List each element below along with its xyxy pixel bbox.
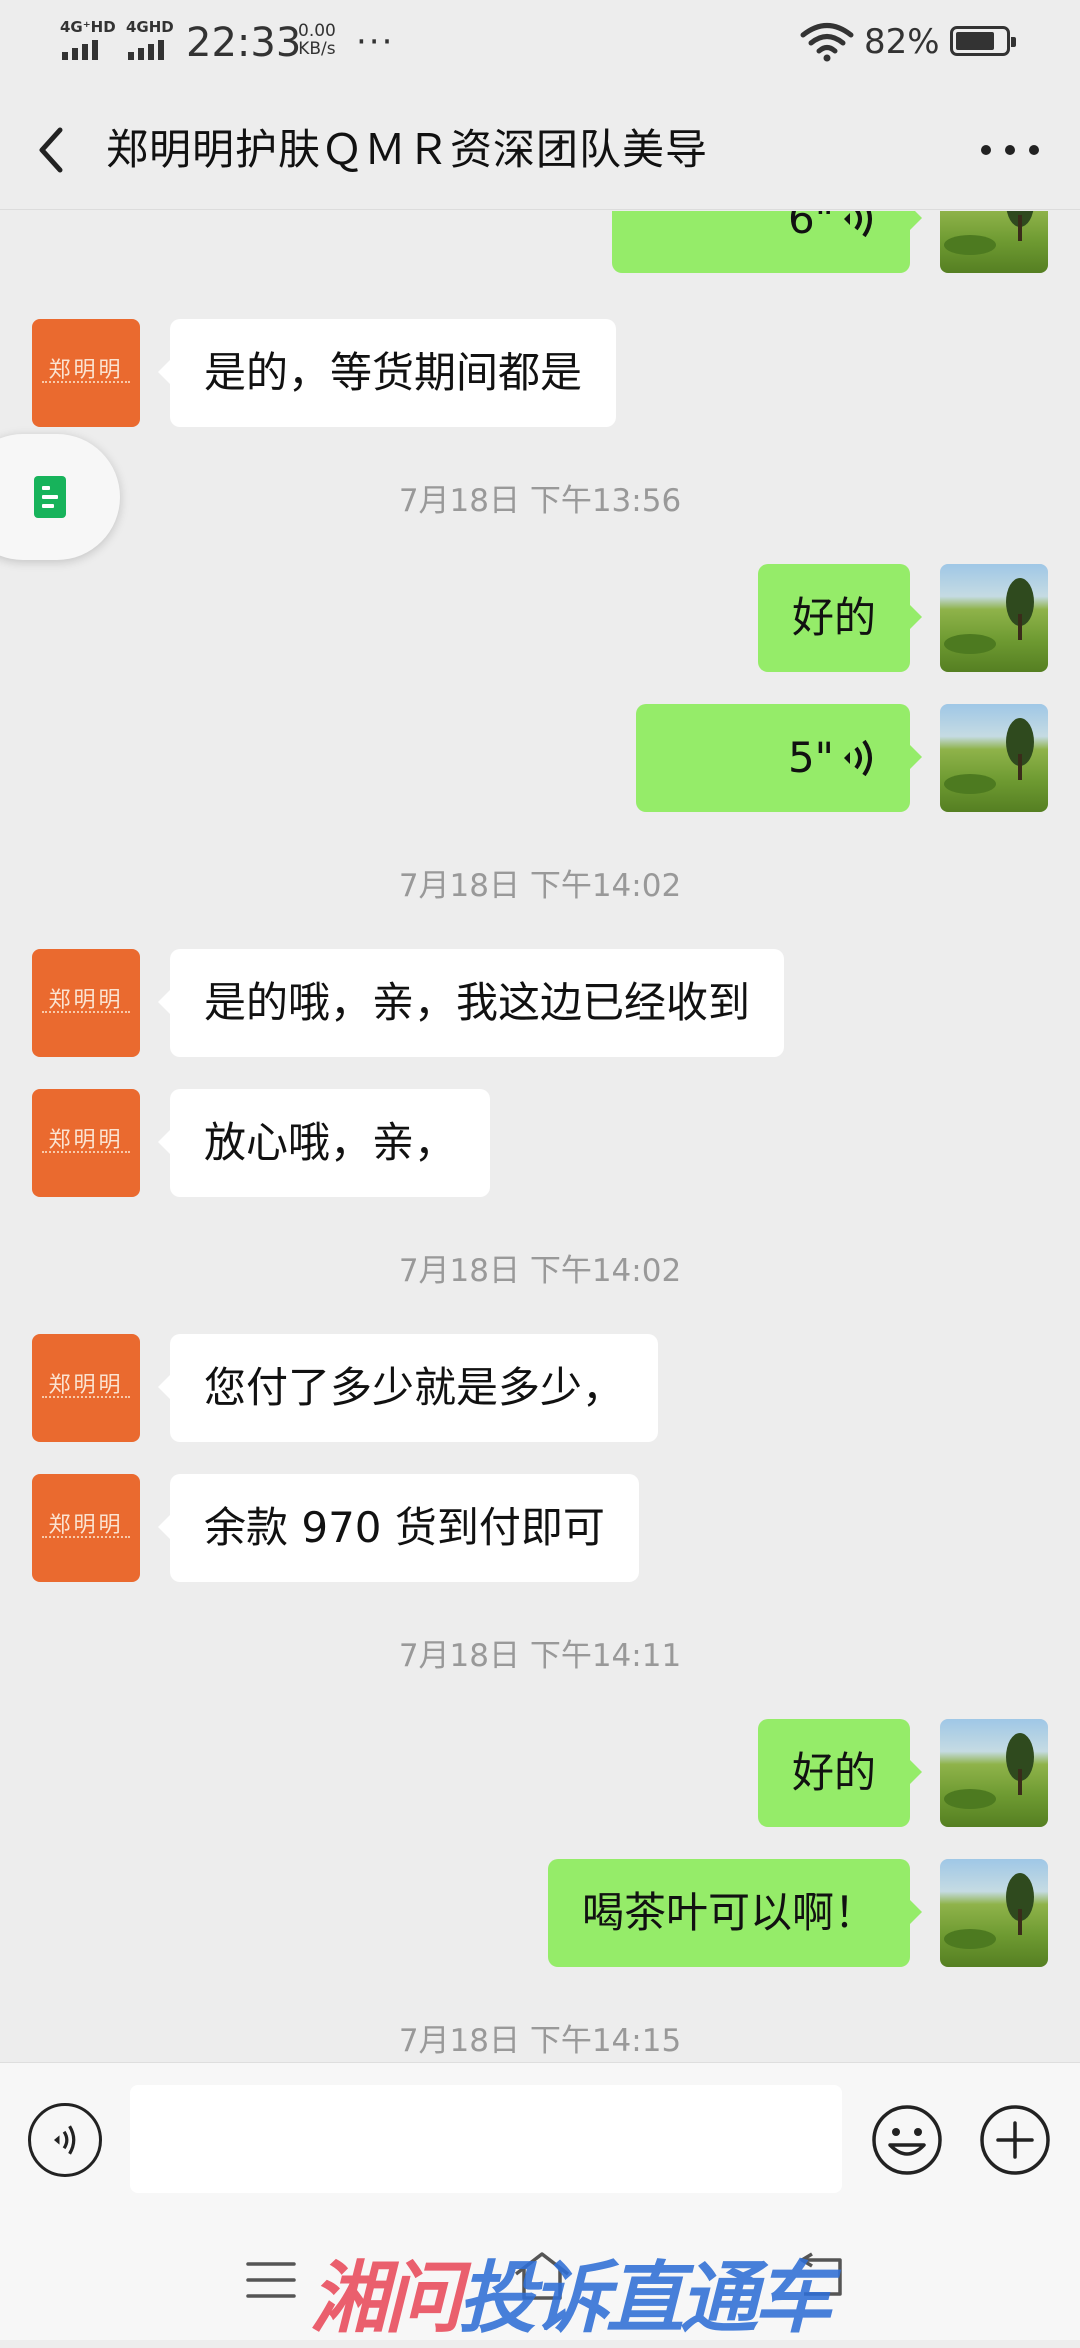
- voice-message-bubble[interactable]: 6": [612, 211, 922, 273]
- voice-duration: 6": [787, 211, 834, 243]
- avatar-logo-text: 郑明明: [48, 1373, 124, 1398]
- avatar-logo-text: 郑明明: [48, 988, 124, 1013]
- voice-wave-icon: [844, 739, 872, 777]
- network-type-label: 4GHD: [126, 18, 174, 36]
- network-speed: 0.00 KB/s: [298, 22, 336, 58]
- message-timestamp: 7月18日 下午14:11: [398, 1638, 682, 1674]
- avatar[interactable]: [940, 1719, 1048, 1827]
- voice-duration: 5": [787, 733, 834, 782]
- more-functions-button[interactable]: [978, 2103, 1052, 2177]
- input-bar: [0, 2062, 1080, 2223]
- message-row-outgoing: 喝茶叶可以啊！: [0, 1859, 1080, 1967]
- text-message-bubble[interactable]: 是的哦，亲，我这边已经收到: [157, 949, 785, 1057]
- message-row-outgoing: 6": [0, 211, 1080, 273]
- document-icon: [34, 476, 66, 518]
- chat-title: 郑明明护肤ＱＭＲ资深团队美导: [106, 125, 709, 174]
- wifi-icon: [800, 23, 854, 62]
- avatar[interactable]: 郑明明: [32, 1474, 140, 1582]
- avatar-logo-text: 郑明明: [48, 1128, 124, 1153]
- message-row-incoming: 郑明明 余款 970 货到付即可: [0, 1474, 1080, 1582]
- status-bar: 4G⁺HD 4GHD 22:33 0.00 KB/s ··· 82%: [0, 0, 1080, 80]
- clock: 22:33: [186, 20, 302, 66]
- text-message-bubble[interactable]: 是的，等货期间都是: [157, 319, 617, 427]
- voice-input-button[interactable]: [28, 2103, 102, 2177]
- avatar[interactable]: 郑明明: [32, 1089, 140, 1197]
- network-speed-value: 0.00: [298, 21, 336, 41]
- message-timestamp: 7月18日 下午13:56: [398, 483, 682, 519]
- text-message-bubble[interactable]: 好的: [757, 1719, 923, 1827]
- battery-icon: [950, 26, 1016, 56]
- watermark-part1: 湘问: [310, 2254, 462, 2344]
- status-overflow-icon: ···: [356, 22, 395, 62]
- avatar-logo-text: 郑明明: [48, 358, 124, 383]
- text-message-bubble[interactable]: 余款 970 货到付即可: [158, 1474, 639, 1582]
- message-row-incoming: 郑明明 是的哦，亲，我这边已经收到: [0, 949, 1080, 1057]
- message-list[interactable]: 6" 郑明明 是的，等货期间都是 7月18日 下午13:56 好的 5" 7月1…: [0, 211, 1080, 2062]
- avatar[interactable]: [940, 1859, 1048, 1967]
- voice-message-bubble[interactable]: 5": [636, 704, 922, 812]
- avatar[interactable]: 郑明明: [32, 949, 140, 1057]
- avatar[interactable]: 郑明明: [32, 319, 140, 427]
- message-row-incoming: 郑明明 您付了多少就是多少，: [0, 1334, 1080, 1442]
- avatar[interactable]: 郑明明: [32, 1334, 140, 1442]
- more-options-button[interactable]: [970, 120, 1050, 180]
- text-message-bubble[interactable]: 您付了多少就是多少，: [157, 1334, 659, 1442]
- avatar[interactable]: [940, 211, 1048, 273]
- message-input[interactable]: [130, 2085, 842, 2193]
- text-message-bubble[interactable]: 放心哦，亲，: [157, 1089, 491, 1197]
- message-row-outgoing: 5": [0, 704, 1080, 812]
- message-timestamp: 7月18日 下午14:02: [398, 1253, 682, 1289]
- message-timestamp: 7月18日 下午14:02: [398, 868, 682, 904]
- battery-percentage: 82%: [864, 22, 940, 62]
- text-message-bubble[interactable]: 喝茶叶可以啊！: [547, 1859, 923, 1967]
- message-row-incoming: 郑明明 是的，等货期间都是: [0, 319, 1080, 427]
- watermark-part2: 投诉直通车: [458, 2254, 832, 2344]
- message-row-outgoing: 好的: [0, 564, 1080, 672]
- message-timestamp: 7月18日 下午14:15: [398, 2023, 682, 2059]
- emoji-button[interactable]: [870, 2103, 944, 2177]
- network-type-label: 4G⁺HD: [60, 18, 116, 36]
- message-row-incoming: 郑明明 放心哦，亲，: [0, 1089, 1080, 1197]
- menu-icon[interactable]: [244, 2258, 298, 2302]
- text-message-bubble[interactable]: 好的: [757, 564, 923, 672]
- avatar[interactable]: [940, 704, 1048, 812]
- back-button[interactable]: [28, 120, 78, 180]
- chat-header: 郑明明护肤ＱＭＲ资深团队美导: [0, 100, 1080, 210]
- watermark-logo: 湘问投诉直通车: [310, 2236, 832, 2348]
- message-row-outgoing: 好的: [0, 1719, 1080, 1827]
- avatar[interactable]: [940, 564, 1048, 672]
- voice-wave-icon: [844, 211, 872, 238]
- avatar-logo-text: 郑明明: [48, 1513, 124, 1538]
- network-speed-unit: KB/s: [298, 39, 336, 59]
- system-navigation-bar: 湘问投诉直通车: [0, 2222, 1080, 2344]
